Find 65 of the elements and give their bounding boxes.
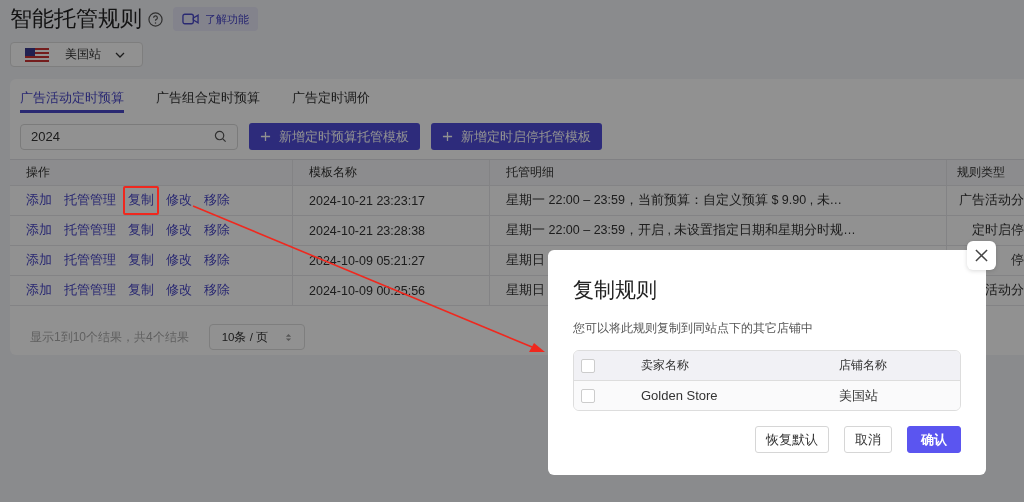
page-title: 智能托管规则 (10, 5, 142, 33)
help-icon[interactable] (148, 11, 163, 27)
checkbox[interactable] (581, 388, 595, 403)
checkbox[interactable] (581, 358, 595, 373)
action-link[interactable]: 移除 (204, 192, 230, 209)
column-header: 托管明细 (490, 160, 947, 185)
search-icon (214, 130, 227, 143)
add-template-button[interactable]: 新增定时预算托管模板 (249, 123, 420, 150)
column-header: 操作 (10, 160, 293, 185)
column-header: 卖家名称 (641, 358, 689, 373)
table-cell: 定时启停 (972, 222, 1024, 239)
tab[interactable]: 广告活动定时预算 (20, 89, 124, 113)
action-link[interactable]: 移除 (204, 282, 230, 299)
table-cell: 停 (1011, 252, 1024, 269)
action-link[interactable]: 修改 (166, 222, 192, 239)
table-cell: 星期日 (506, 282, 545, 299)
table-cell: 2024-10-21 23:23:17 (309, 193, 426, 208)
action-link[interactable]: 添加 (26, 222, 52, 239)
tab[interactable]: 广告组合定时预算 (156, 89, 260, 113)
column-header: 店铺名称 (839, 358, 887, 373)
action-link[interactable]: 添加 (26, 282, 52, 299)
action-link[interactable]: 移除 (204, 222, 230, 239)
add-template-button[interactable]: 新增定时启停托管模板 (431, 123, 602, 150)
action-link[interactable]: 托管管理 (64, 252, 116, 269)
action-link[interactable]: 复制 (128, 282, 154, 299)
table-cell: 星期一 22:00 – 23:59，开启 , 未设置指定日期和星期分时规… (506, 222, 856, 239)
close-icon (975, 249, 988, 262)
action-link[interactable]: 托管管理 (64, 192, 116, 209)
close-button[interactable] (967, 241, 996, 270)
sort-icon (284, 331, 292, 343)
plus-icon (442, 131, 453, 142)
action-link[interactable]: 添加 (26, 192, 52, 209)
chevron-down-icon (115, 51, 125, 58)
action-link[interactable]: 修改 (166, 282, 192, 299)
action-link[interactable]: 添加 (26, 252, 52, 269)
action-link[interactable]: 托管管理 (64, 222, 116, 239)
site-select[interactable]: 美国站 (10, 42, 143, 67)
video-icon (182, 13, 199, 25)
plus-icon (260, 131, 271, 142)
column-header: 规则类型 (956, 165, 1006, 180)
dialog-button[interactable]: 取消 (844, 426, 892, 453)
learn-feature-button[interactable]: 了解功能 (173, 7, 258, 31)
action-link[interactable]: 修改 (166, 252, 192, 269)
action-link[interactable]: 复制 (123, 186, 159, 215)
page-size-select[interactable]: 10条 / 页 (208, 324, 305, 350)
table-cell: 星期一 22:00 – 23:59，当前预算：自定义预算 $ 9.90 , 未… (506, 192, 843, 209)
table-cell: 美国站 (839, 386, 878, 405)
action-link[interactable]: 移除 (204, 252, 230, 269)
dialog-description: 您可以将此规则复制到同站点下的其它店铺中 (573, 320, 814, 337)
search-field[interactable]: 2024 (20, 123, 238, 150)
table-cell: 2024-10-21 23:28:38 (309, 223, 426, 238)
action-link[interactable]: 托管管理 (64, 282, 116, 299)
table-cell: Golden Store (641, 388, 718, 403)
table-cell: 星期日 (506, 252, 545, 269)
action-link[interactable]: 复制 (128, 222, 154, 239)
table-cell: 广告活动分 (959, 192, 1024, 209)
dialog-title: 复制规则 (573, 277, 658, 303)
tab[interactable]: 广告定时调价 (292, 89, 370, 113)
confirm-button[interactable]: 确认 (907, 426, 961, 453)
dialog-button[interactable]: 恢复默认 (755, 426, 829, 453)
column-header: 模板名称 (293, 160, 490, 185)
action-link[interactable]: 复制 (128, 252, 154, 269)
action-link[interactable]: 修改 (166, 192, 192, 209)
flag-icon (25, 47, 49, 62)
table-cell: 活动分 (985, 282, 1024, 299)
